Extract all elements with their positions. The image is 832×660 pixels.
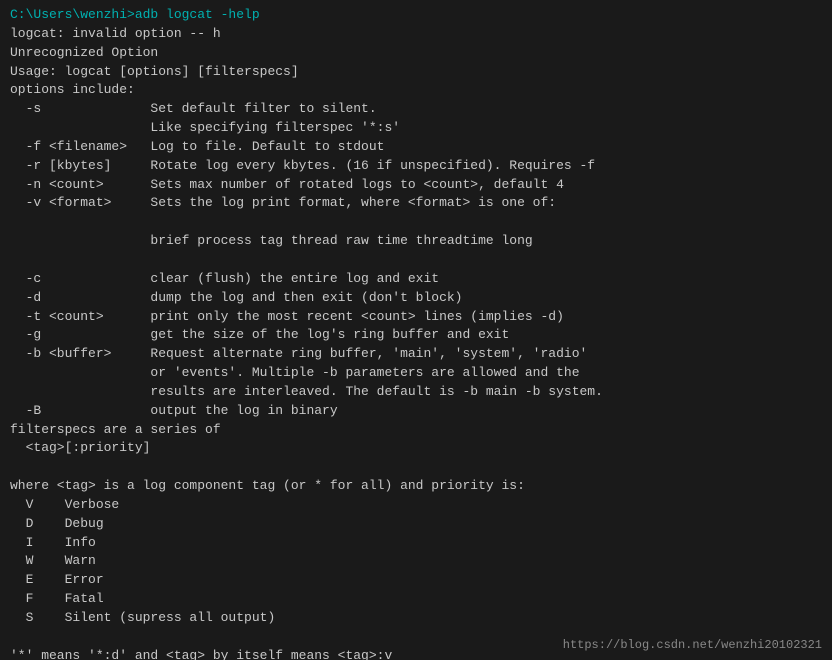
output-line-11: brief process tag thread raw time thread…	[10, 233, 533, 248]
output-line-17: or 'events'. Multiple -b parameters are …	[10, 365, 580, 380]
output-line-16: -b <buffer> Request alternate ring buffe…	[10, 346, 587, 361]
watermark: https://blog.csdn.net/wenzhi20102321	[563, 638, 822, 652]
output-line-14: -t <count> print only the most recent <c…	[10, 309, 564, 324]
output-line-1: logcat: invalid option -- h	[10, 26, 221, 41]
output-line-12: -c clear (flush) the entire log and exit	[10, 271, 439, 286]
command-line: C:\Users\wenzhi>adb logcat -help	[10, 7, 260, 22]
output-line-30: '*' means '*:d' and <tag> by itself mean…	[10, 648, 392, 660]
output-line-8: -r [kbytes] Rotate log every kbytes. (16…	[10, 158, 595, 173]
terminal-output: C:\Users\wenzhi>adb logcat -help logcat:…	[10, 6, 822, 660]
output-line-18: results are interleaved. The default is …	[10, 384, 603, 399]
output-line-10: -v <format> Sets the log print format, w…	[10, 195, 556, 210]
output-line-22: where <tag> is a log component tag (or *…	[10, 478, 525, 493]
output-line-9: -n <count> Sets max number of rotated lo…	[10, 177, 564, 192]
output-line-23: V Verbose	[10, 497, 119, 512]
output-line-26: W Warn	[10, 553, 96, 568]
output-line-7: -f <filename> Log to file. Default to st…	[10, 139, 384, 154]
output-line-6: Like specifying filterspec '*:s'	[10, 120, 400, 135]
output-line-25: I Info	[10, 535, 96, 550]
output-line-29: S Silent (supress all output)	[10, 610, 275, 625]
output-line-2: Unrecognized Option	[10, 45, 158, 60]
output-line-4: options include:	[10, 82, 135, 97]
terminal-window: C:\Users\wenzhi>adb logcat -help logcat:…	[0, 0, 832, 660]
output-line-21: <tag>[:priority]	[10, 440, 150, 455]
output-line-24: D Debug	[10, 516, 104, 531]
output-line-27: E Error	[10, 572, 104, 587]
output-line-20: filterspecs are a series of	[10, 422, 221, 437]
output-line-15: -g get the size of the log's ring buffer…	[10, 327, 509, 342]
output-line-19: -B output the log in binary	[10, 403, 338, 418]
output-line-13: -d dump the log and then exit (don't blo…	[10, 290, 462, 305]
output-line-3: Usage: logcat [options] [filterspecs]	[10, 64, 299, 79]
output-line-5: -s Set default filter to silent.	[10, 101, 377, 116]
output-line-28: F Fatal	[10, 591, 104, 606]
